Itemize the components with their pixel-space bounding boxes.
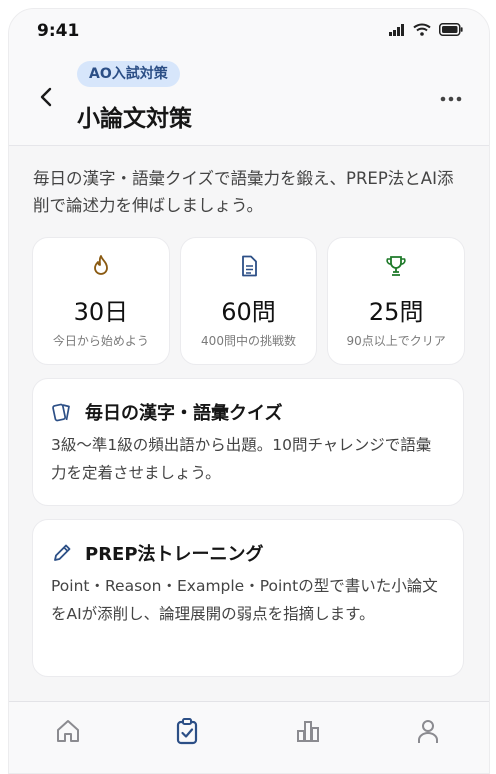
stat-label: 今日から始めよう [52,334,149,348]
home-icon [57,720,79,742]
card-description: Point・Reason・Example・Pointの型で書いた小論文をAIが添… [51,577,438,623]
cards-icon [52,403,70,422]
trophy-icon [386,256,406,276]
stat-card-cleared: 25問 90点以上でクリア [327,237,466,365]
card-description: 3級〜準1級の頻出語から出題。10問チャレンジで語彙力を定着させましょう。 [51,436,432,482]
page-title: 小論文対策 [77,106,192,132]
back-arrow-icon[interactable] [35,85,59,109]
prep-card[interactable]: PREP法トレーニング Point・Reason・Example・Pointの型… [32,519,464,677]
signal-icon [389,23,404,36]
status-icons [389,23,463,36]
pencil-icon [54,544,71,561]
stat-card-streak: 30日 今日から始めよう [32,237,170,365]
card-title: 毎日の漢字・語彙クイズ [85,403,283,424]
category-badge: AO入試対策 [77,61,180,87]
header: AO入試対策 小論文対策 [9,51,489,146]
stat-label: 90点以上でクリア [346,334,446,348]
stat-card-attempts: 60問 400問中の挑戦数 [179,237,318,365]
flame-icon [93,255,108,275]
card-title: PREP法トレーニング [85,544,264,565]
nav-tasks[interactable] [172,716,202,746]
stat-value: 30日 [73,298,129,326]
status-bar: 9:41 [9,9,489,51]
status-time: 9:41 [37,21,80,41]
nav-home[interactable] [53,716,83,746]
wifi-icon [413,23,431,36]
stat-value: 25問 [368,298,424,326]
stat-value: 60問 [221,298,276,326]
quiz-card[interactable]: 毎日の漢字・語彙クイズ 3級〜準1級の頻出語から出題。10問チャレンジで語彙力を… [32,378,464,506]
nav-stats[interactable] [293,716,323,746]
intro-text: 毎日の漢字・語彙クイズで語彙力を鍛え、PREP法とAI添削で論述力を伸ばしましょ… [33,169,454,215]
bottom-navigation [9,701,489,773]
person-icon [418,720,438,743]
battery-icon [439,23,463,36]
nav-profile[interactable] [413,716,443,746]
bar-chart-icon [297,721,319,742]
clipboard-check-icon [176,718,198,745]
stats-row: 30日 今日から始めよう 60問 400問中の挑戦数 25問 90点以上でクリア [32,237,466,365]
stat-label: 400問中の挑戦数 [201,334,296,348]
document-icon [241,255,257,277]
more-options-icon[interactable] [439,93,463,105]
phone-screen: 9:41 AO入試対策 小論文対策 毎日の漢字・語彙クイズで語彙力を鍛え、PRE… [8,8,490,774]
